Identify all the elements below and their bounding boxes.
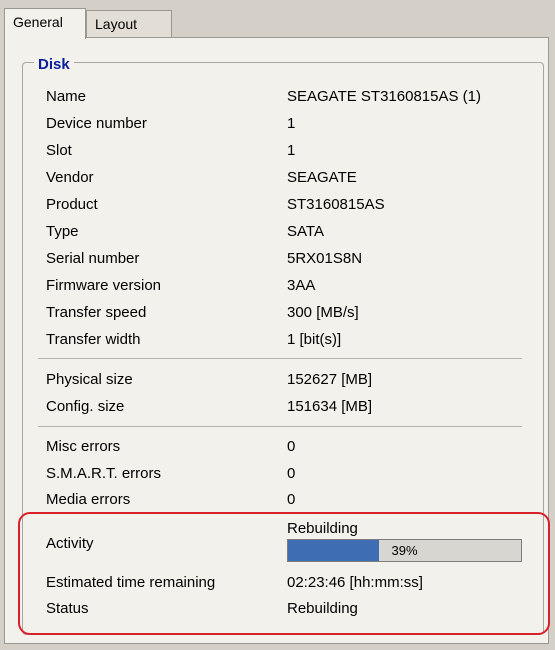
info-row-misc-errors: Misc errors 0 [46,437,536,457]
info-value: 152627 [MB] [287,371,373,388]
info-value: 300 [MB/s] [287,304,359,321]
disk-group-title: Disk [34,56,74,74]
info-value: 1 [287,142,296,159]
info-value: SEAGATE [287,169,357,186]
info-label: Product [46,196,98,213]
highlight-annotation [18,512,550,635]
info-label: Device number [46,115,147,132]
info-value: 1 [bit(s)] [287,331,342,348]
info-value: ST3160815AS [287,196,385,213]
info-value: 5RX01S8N [287,250,363,267]
info-row-product: Product ST3160815AS [46,195,536,215]
info-label: Transfer width [46,331,141,348]
info-label: Config. size [46,398,125,415]
separator [38,426,522,427]
info-label: Vendor [46,169,94,186]
info-row-media-errors: Media errors 0 [46,490,536,510]
info-label: Misc errors [46,438,121,455]
info-value: 0 [287,438,296,455]
info-label: Serial number [46,250,140,267]
info-row-physical-size: Physical size 152627 [MB] [46,370,536,390]
info-label: S.M.A.R.T. errors [46,465,162,482]
info-row-transfer-width: Transfer width 1 [bit(s)] [46,330,536,350]
info-value: 1 [287,115,296,132]
info-row-vendor: Vendor SEAGATE [46,168,536,188]
info-row-type: Type SATA [46,222,536,242]
info-label: Transfer speed [46,304,147,321]
info-value: 0 [287,491,296,508]
info-value: SATA [287,223,324,240]
tab-layout[interactable]: Layout [86,10,172,38]
separator [38,358,522,359]
info-label: Physical size [46,371,133,388]
info-label: Name [46,88,87,105]
info-value: SEAGATE ST3160815AS (1) [287,88,481,105]
info-label: Type [46,223,79,240]
info-label: Media errors [46,491,131,508]
tab-general[interactable]: General [4,8,86,39]
info-row-firmware-version: Firmware version 3AA [46,276,536,296]
info-value: 3AA [287,277,316,294]
info-row-config-size: Config. size 151634 [MB] [46,397,536,417]
info-row-slot: Slot 1 [46,141,536,161]
info-row-transfer-speed: Transfer speed 300 [MB/s] [46,303,536,323]
info-value: 0 [287,465,296,482]
info-row-name: Name SEAGATE ST3160815AS (1) [46,87,536,107]
info-value: 151634 [MB] [287,398,373,415]
info-row-serial-number: Serial number 5RX01S8N [46,249,536,269]
info-row-smart-errors: S.M.A.R.T. errors 0 [46,464,536,484]
info-row-device-number: Device number 1 [46,114,536,134]
info-label: Firmware version [46,277,162,294]
info-label: Slot [46,142,72,159]
